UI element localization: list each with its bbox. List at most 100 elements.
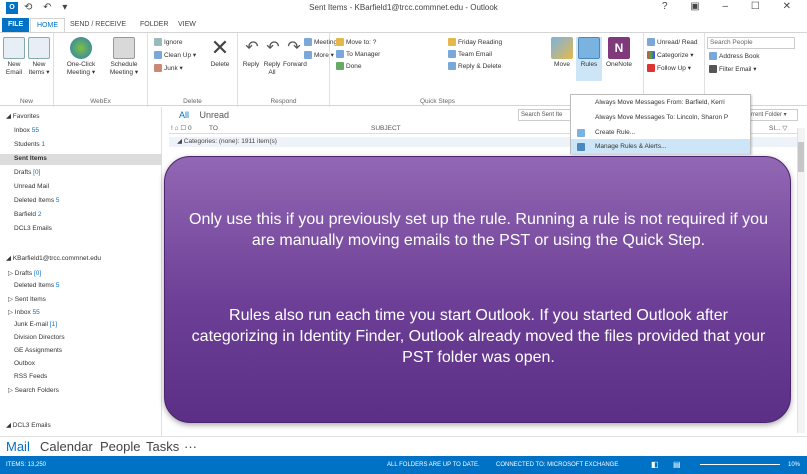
quick-step-team-email[interactable]: Team Email (448, 49, 492, 61)
manage-rules-icon (577, 143, 585, 151)
favorite-drafts[interactable]: Drafts [0] (14, 169, 40, 176)
status-folders: ALL FOLDERS ARE UP TO DATE. (387, 462, 480, 468)
nav-tasks[interactable]: Tasks (146, 439, 179, 454)
favorite-deleted-items[interactable]: Deleted Items 5 (14, 197, 60, 204)
column-subject[interactable]: SUBJECT (371, 123, 401, 134)
nav-calendar[interactable]: Calendar (40, 439, 93, 454)
filter-email-button[interactable]: Filter Email ▾ (709, 64, 757, 76)
forward-button[interactable]: ↷ Forward (283, 37, 307, 69)
navigation-bar: Mail Calendar People Tasks ··· (0, 436, 807, 456)
quick-step-reply-delete[interactable]: Reply & Delete (448, 61, 501, 73)
tab-home[interactable]: HOME (30, 18, 65, 32)
account-drafts[interactable]: ▷ Drafts [0] (8, 269, 41, 277)
ribbon-group-quick-steps: Move to: ? To Manager Done Friday Readin… (330, 33, 545, 107)
rule-always-move-to[interactable]: Always Move Messages To: Lincoln, Sharon… (571, 110, 750, 125)
quick-step-move-to[interactable]: Move to: ? (336, 37, 376, 49)
rules-button[interactable]: Rules (576, 37, 602, 81)
new-email-icon (3, 37, 25, 59)
account-sent-items[interactable]: ▷ Sent Items (8, 295, 46, 303)
reading-view-icon[interactable]: ▤ (673, 456, 681, 474)
account-division-directors[interactable]: Division Directors (14, 334, 65, 341)
account-rss-feeds[interactable]: RSS Feeds (14, 373, 47, 380)
categorize-button[interactable]: Categorize ▾ (647, 50, 694, 62)
clean-up-button[interactable]: Clean Up ▾ (154, 50, 196, 62)
reply-all-button[interactable]: ↶ Reply All (262, 37, 282, 77)
address-book-button[interactable]: Address Book (709, 51, 759, 63)
favorite-inbox[interactable]: Inbox 55 (14, 127, 39, 134)
reply-icon: ↶ (245, 39, 259, 56)
quick-step-friday-reading[interactable]: Friday Reading (448, 37, 502, 49)
favorites-header[interactable]: ◢ Favorites (6, 112, 40, 120)
reply-all-icon: ↶ (266, 39, 280, 56)
move-button[interactable]: Move (550, 37, 574, 69)
quick-step-done[interactable]: Done (336, 61, 362, 73)
window-controls[interactable]: ? ▣ – ☐ ✕ (662, 1, 801, 12)
dcl3-header[interactable]: ◢ DCL3 Emails (6, 421, 51, 429)
webex-globe-icon (70, 37, 92, 59)
favorite-students[interactable]: Students 1 (14, 141, 45, 148)
favorite-sent-items[interactable]: Sent Items (14, 155, 47, 162)
junk-button[interactable]: Junk ▾ (154, 63, 183, 75)
create-rule-item[interactable]: Create Rule... (571, 125, 750, 140)
filter-unread[interactable]: Unread (200, 110, 230, 120)
column-icons[interactable]: ! ⌂ ☐ 0 (171, 123, 192, 134)
search-people-input[interactable]: Search People (707, 37, 795, 49)
tab-send-receive[interactable]: SEND / RECEIVE (64, 18, 132, 32)
follow-up-button[interactable]: Follow Up ▾ (647, 63, 691, 75)
reply-button[interactable]: ↶ Reply (241, 37, 261, 69)
to-manager-icon (336, 50, 344, 59)
move-icon (551, 37, 573, 59)
rule-always-move-from[interactable]: Always Move Messages From: Barfield, Ker… (571, 95, 750, 110)
account-deleted-items[interactable]: Deleted Items 5 (14, 282, 60, 289)
unread-read-button[interactable]: Unread/ Read (647, 37, 697, 49)
nav-people[interactable]: People (100, 439, 140, 454)
onenote-button[interactable]: N OneNote (604, 37, 634, 69)
account-outbox[interactable]: Outbox (14, 360, 35, 367)
account-junk[interactable]: Junk E-mail [1] (14, 321, 57, 328)
column-size[interactable]: SI... ▽ (769, 123, 787, 134)
account-header[interactable]: ◢ KBarfield1@trcc.commnet.edu (6, 254, 101, 262)
one-click-meeting-button[interactable]: One-Click Meeting ▾ (60, 37, 102, 77)
group-label-delete: Delete (183, 98, 202, 105)
instruction-callout: Only use this if you previously set up t… (164, 156, 791, 423)
search-scope-dropdown[interactable]: rrent Folder ▾ (748, 109, 798, 121)
group-label-new: New (19, 98, 33, 105)
search-input[interactable]: Search Sent Ite (518, 109, 578, 121)
account-inbox[interactable]: ▷ Inbox 55 (8, 308, 40, 316)
nav-more[interactable]: ··· (184, 439, 197, 454)
new-email-button[interactable]: New Email (3, 37, 25, 77)
ignore-icon (154, 38, 162, 47)
flag-icon (647, 64, 655, 73)
schedule-meeting-icon (113, 37, 135, 59)
check-icon (336, 62, 344, 71)
new-items-button[interactable]: New Items ▾ (27, 37, 51, 77)
favorite-dcl3-emails[interactable]: DCL3 Emails (14, 225, 52, 232)
tab-view[interactable]: VIEW (172, 18, 202, 32)
account-ge-assignments[interactable]: GE Assignments (14, 347, 62, 354)
scrollbar-thumb[interactable] (798, 142, 804, 172)
filter-all[interactable]: All (179, 110, 189, 120)
zoom-slider[interactable] (700, 464, 780, 465)
favorite-unread-mail[interactable]: Unread Mail (14, 183, 49, 190)
ribbon-group-webex: One-Click Meeting ▾ Schedule Meeting ▾ W… (54, 33, 148, 107)
account-search-folders[interactable]: ▷ Search Folders (8, 386, 59, 394)
manage-rules-item[interactable]: Manage Rules & Alerts... (571, 139, 750, 154)
message-list-scrollbar[interactable] (797, 128, 805, 433)
categorize-icon (647, 51, 655, 60)
ribbon-group-respond: ↶ Reply ↶ Reply All ↷ Forward Meeting Mo… (238, 33, 337, 107)
favorite-barfield[interactable]: Barfield 2 (14, 211, 41, 218)
title-bar: O ⟲ ↶ ▾ Sent Items - KBarfield1@trcc.com… (0, 0, 807, 16)
quick-step-to-manager[interactable]: To Manager (336, 49, 380, 61)
clean-up-icon (154, 51, 162, 60)
new-items-icon (28, 37, 50, 59)
tab-folder[interactable]: FOLDER (134, 18, 174, 32)
status-connection: CONNECTED TO: MICROSOFT EXCHANGE (496, 462, 619, 468)
ignore-button[interactable]: Ignore (154, 37, 182, 49)
schedule-meeting-button[interactable]: Schedule Meeting ▾ (104, 37, 144, 77)
nav-mail[interactable]: Mail (6, 439, 30, 454)
rules-dropdown-menu: Always Move Messages From: Barfield, Ker… (570, 94, 751, 154)
tab-file[interactable]: FILE (2, 18, 30, 32)
delete-button[interactable]: ✕ Delete (206, 37, 234, 69)
normal-view-icon[interactable]: ◧ (651, 456, 659, 474)
column-to[interactable]: TO (209, 123, 218, 134)
